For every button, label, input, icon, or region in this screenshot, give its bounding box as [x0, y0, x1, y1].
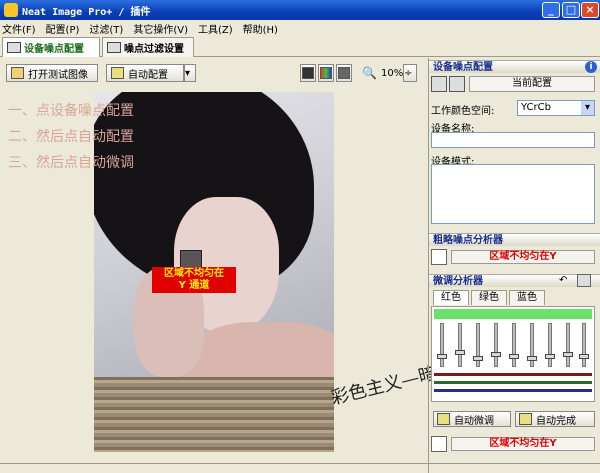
noise-warning-line1: 区域不均匀在	[164, 268, 224, 279]
open-test-image-button[interactable]: 打开测试图像	[6, 64, 98, 82]
auto-profile-icon	[111, 67, 124, 79]
colorspace-value: YCrCb	[521, 102, 551, 113]
instruction-step-2: 二、然后点自动配置	[8, 129, 134, 145]
view-channel-toggle-button[interactable]	[336, 64, 352, 82]
open-label: 打开测试图像	[28, 69, 88, 81]
device-mode-textarea[interactable]	[431, 164, 595, 224]
tab-blue[interactable]: 蓝色	[509, 290, 545, 305]
device-name-input[interactable]	[431, 132, 595, 148]
zoom-stepper[interactable]: ÷	[403, 64, 417, 82]
auto-profile-button[interactable]: 自动配置	[106, 64, 184, 82]
fine-slider[interactable]	[473, 323, 483, 367]
app-icon	[4, 3, 18, 17]
view-channel-gray-button[interactable]	[300, 64, 316, 82]
info-icon[interactable]: i	[585, 61, 597, 73]
filter-tab-icon	[107, 42, 121, 53]
green-level-bar	[434, 381, 592, 384]
tab-device-noise-profile[interactable]: 设备噪点配置	[2, 37, 100, 57]
undo-icon[interactable]: ↶	[559, 275, 573, 287]
fine-slider[interactable]	[545, 323, 555, 367]
menu-other[interactable]: 其它操作(V)	[133, 21, 188, 36]
auto-profile-dropdown[interactable]: ▾	[184, 64, 196, 82]
load-profile-icon[interactable]	[431, 76, 447, 92]
current-profile-field[interactable]: 当前配置	[469, 76, 595, 92]
menu-filter[interactable]: 过滤(T)	[89, 21, 123, 36]
blue-level-bar	[434, 389, 592, 392]
minimize-button[interactable]: _	[542, 2, 560, 18]
instruction-step-1: 一、点设备噪点配置	[8, 103, 134, 119]
red-level-bar	[434, 373, 592, 376]
fine-slider[interactable]	[455, 323, 465, 367]
colorspace-select[interactable]: YCrCb ▾	[517, 100, 595, 116]
panel-header: 设备噪点配置 i	[429, 60, 600, 73]
auto-complete-label: 自动完成	[536, 415, 576, 427]
tab-red[interactable]: 红色	[433, 290, 469, 305]
preview-toolbar: 打开测试图像 自动配置 ▾ 🔍 10% ÷	[0, 61, 428, 85]
view-channel-color-button[interactable]	[318, 64, 334, 82]
instruction-step-3: 三、然后点自动微调	[8, 155, 134, 171]
profile-tab-icon	[7, 42, 21, 53]
save-profile-icon[interactable]	[449, 76, 465, 92]
tab-green[interactable]: 绿色	[471, 290, 507, 305]
fine-tune-mixer	[431, 306, 595, 402]
menu-tools[interactable]: 工具(Z)	[198, 21, 233, 36]
auto-fine-icon	[437, 413, 450, 425]
fine-slider[interactable]	[509, 323, 519, 367]
fine-slider[interactable]	[491, 323, 501, 367]
color-channel-icon	[320, 67, 332, 79]
profile-panel: 设备噪点配置 i 当前配置 工作颜色空间: YCrCb ▾ 设备名称: 设备模式…	[428, 58, 600, 473]
pencil-icon[interactable]	[431, 249, 447, 265]
colorspace-label: 工作颜色空间:	[431, 106, 495, 117]
menu-file[interactable]: 文件(F)	[2, 21, 36, 36]
auto-fine-tune-button[interactable]: 自动微调	[433, 411, 511, 427]
tab-label: 设备噪点配置	[24, 44, 84, 55]
level-strip	[434, 309, 592, 319]
contrast-icon	[338, 67, 350, 79]
status-bar	[0, 463, 600, 473]
fine-slider[interactable]	[579, 323, 589, 367]
title-bar: Neat Image Pro+ / 插件 _ □ ×	[0, 0, 600, 20]
auto-fine-label: 自动微调	[454, 415, 494, 427]
rough-analyzer-header: 粗略噪点分析器	[429, 233, 600, 246]
fine-status: 区域不均匀在Y	[451, 437, 595, 451]
menu-help[interactable]: 帮助(H)	[243, 21, 278, 36]
menu-profile[interactable]: 配置(P)	[46, 21, 80, 36]
gray-channel-icon	[302, 67, 314, 79]
fine-slider[interactable]	[563, 323, 573, 367]
maximize-button[interactable]: □	[562, 2, 580, 18]
chevron-down-icon: ▾	[581, 101, 594, 115]
zoom-icon[interactable]: 🔍	[362, 66, 377, 80]
clothing	[94, 377, 334, 452]
open-image-icon	[11, 67, 24, 79]
pencil-icon[interactable]	[431, 436, 447, 452]
tab-label: 噪点过滤设置	[124, 44, 184, 55]
fine-analyzer-header: 微调分析器	[429, 274, 600, 287]
noise-warning-box: 区域不均匀在 Y 通道	[152, 267, 236, 293]
panel-header-label: 设备噪点配置	[433, 62, 493, 73]
menu-bar: 文件(F) 配置(P) 过滤(T) 其它操作(V) 工具(Z) 帮助(H)	[0, 20, 600, 36]
window-title: Neat Image Pro+ / 插件	[22, 6, 151, 18]
trash-icon[interactable]	[577, 274, 591, 287]
fine-slider[interactable]	[437, 323, 447, 367]
rough-status: 区域不均匀在Y	[451, 250, 595, 264]
auto-complete-button[interactable]: 自动完成	[515, 411, 595, 427]
close-button[interactable]: ×	[581, 2, 599, 18]
tab-noise-filter-settings[interactable]: 噪点过滤设置	[102, 37, 194, 57]
auto-label: 自动配置	[128, 69, 168, 81]
tab-strip: 设备噪点配置 噪点过滤设置	[0, 37, 600, 57]
zoom-level: 10%	[381, 68, 404, 79]
fine-slider[interactable]	[527, 323, 537, 367]
noise-warning-line2: Y 通道	[178, 280, 210, 291]
auto-complete-icon	[519, 413, 532, 425]
